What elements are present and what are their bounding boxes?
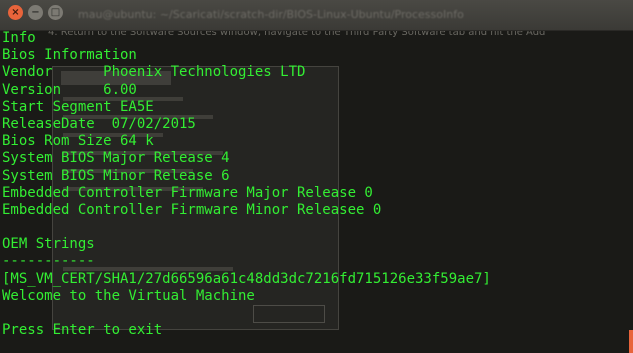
- terminal-line: -----------: [2, 253, 95, 270]
- maximize-button[interactable]: □: [48, 5, 63, 20]
- terminal-line: System BIOS Major Release 4: [2, 150, 230, 167]
- terminal-line: Start Segment EA5E: [2, 98, 154, 115]
- terminal-line: System BIOS Minor Release 6: [2, 167, 230, 184]
- terminal-line: OEM Strings: [2, 236, 95, 253]
- terminal-line: Press Enter to exit: [2, 322, 163, 339]
- terminal-line: [MS_VM_CERT/SHA1/27d66596a61c48dd3dc7216…: [2, 270, 491, 287]
- terminal-line: Version 6.00: [2, 81, 137, 98]
- title-bar: × − □ mau@ubuntu: ~/Scaricati/scratch-di…: [0, 0, 633, 31]
- terminal-line: Bios Rom Size 64 k: [2, 133, 154, 150]
- close-button[interactable]: ×: [8, 5, 23, 20]
- terminal-lines: Info Bios Information Vendor Phoenix Techn…: [2, 30, 491, 339]
- terminal-line: ReleaseDate 07/02/2015: [2, 115, 196, 132]
- terminal-output-area[interactable]: Info Bios Information Vendor Phoenix Techn…: [0, 30, 633, 353]
- minimize-button[interactable]: −: [28, 5, 43, 20]
- terminal-line: Embedded Controller Firmware Major Relea…: [2, 184, 373, 201]
- terminal-line: Bios Information: [2, 47, 137, 64]
- scrollbar-thumb[interactable]: [629, 330, 633, 353]
- terminal-line: Vendor Phoenix Technologies LTD: [2, 64, 306, 81]
- terminal-line: Welcome to the Virtual Machine: [2, 287, 255, 304]
- terminal-line: Info: [2, 30, 36, 46]
- terminal-window: 4. Return to the Software Sources window…: [0, 0, 633, 353]
- window-title: mau@ubuntu: ~/Scaricati/scratch-dir/BIOS…: [78, 8, 464, 21]
- terminal-line: Embedded Controller Firmware Minor Relea…: [2, 201, 382, 218]
